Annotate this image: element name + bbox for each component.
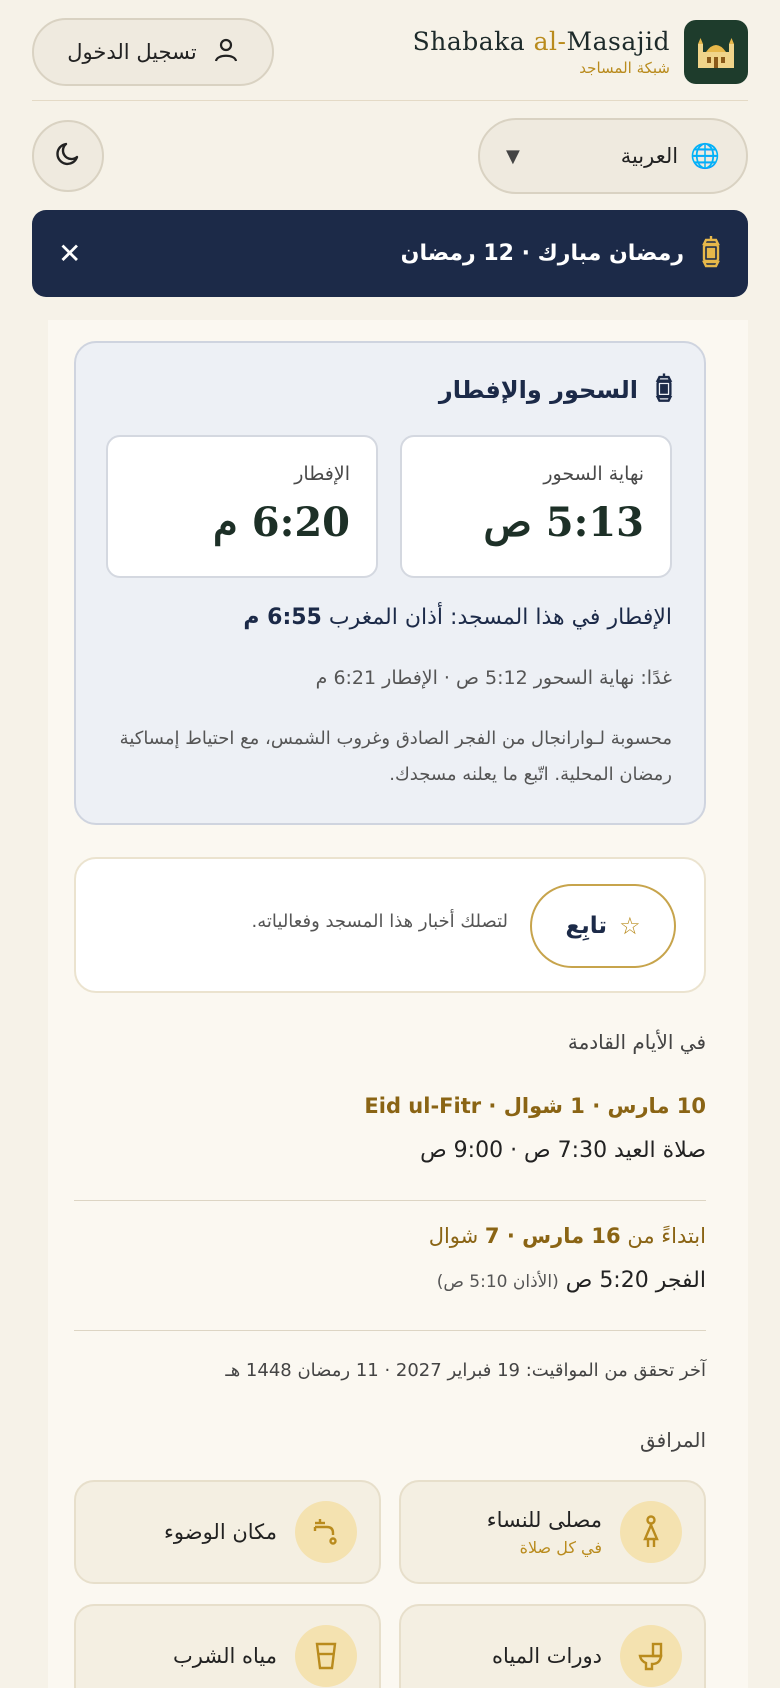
- moon-icon: [53, 139, 83, 173]
- glass-icon: [295, 1625, 357, 1687]
- iftar-time: 6:20 م: [213, 499, 350, 546]
- user-icon: [213, 37, 239, 68]
- caret-down-icon: ▼: [506, 145, 520, 167]
- facility-name: مكان الوضوء: [164, 1520, 277, 1544]
- event-heading: 10 مارس · 1 شوال · Eid ul-Fitr: [364, 1094, 706, 1118]
- mosque-iftar-line: الإفطار في هذا المسجد: أذان المغرب 6:55 …: [243, 605, 672, 630]
- facilities-title: المرافق: [639, 1428, 706, 1452]
- brand-subtitle: شبكة المساجد: [579, 59, 670, 77]
- theme-toggle-button[interactable]: [32, 120, 104, 192]
- star-icon: ☆: [619, 912, 641, 940]
- iftar-box: الإفطار 6:20 م: [106, 435, 378, 578]
- header-divider: [32, 100, 748, 101]
- mosque-logo-icon: [684, 20, 748, 84]
- iftar-label: الإفطار: [294, 463, 350, 485]
- login-label: تسجيل الدخول: [67, 40, 197, 64]
- follow-card: ☆ تابِع لتصلك أخبار هذا المسجد وفعالياته…: [74, 857, 706, 993]
- suhoor-time: 5:13 ص: [483, 499, 644, 546]
- site-header: Shabaka al-Masajid شبكة المساجد تسجيل ال…: [0, 0, 780, 320]
- globe-icon: 🌐: [690, 142, 720, 170]
- close-icon[interactable]: ✕: [58, 237, 81, 270]
- facility-women-prayer: مصلى للنساء في كل صلاة: [399, 1480, 706, 1584]
- brand-title: Shabaka al-Masajid: [412, 27, 670, 56]
- card-title: السحور والإفطار: [438, 376, 638, 404]
- toilet-icon: [620, 1625, 682, 1687]
- follow-description: لتصلك أخبار هذا المسجد وفعالياته.: [251, 911, 508, 932]
- woman-icon: [620, 1501, 682, 1563]
- divider: [74, 1200, 706, 1201]
- facility-drinking-water: مياه الشرب: [74, 1604, 381, 1688]
- facility-wudu: مكان الوضوء: [74, 1480, 381, 1584]
- ramadan-banner: رمضان مبارك · 12 رمضان ✕: [32, 210, 748, 297]
- upcoming-title: في الأيام القادمة: [567, 1030, 706, 1054]
- tomorrow-times: غدًا: نهاية السحور 5:12 ص · الإفطار 6:21…: [315, 667, 672, 689]
- calculation-note: محسوبة لـوارانجال من الفجر الصادق وغروب …: [119, 728, 672, 785]
- event-item: 10 مارس · 1 شوال · Eid ul-Fitr صلاة العي…: [364, 1094, 706, 1163]
- facility-name: مصلى للنساء: [486, 1507, 602, 1532]
- last-verified: آخر تحقق من المواقيت: 19 فبراير 2027 · 1…: [225, 1360, 706, 1381]
- event-details: صلاة العيد 7:30 ص · 9:00 ص: [420, 1138, 706, 1163]
- suhoor-iftar-card: السحور والإفطار نهاية السحور 5:13 ص الإف…: [74, 341, 706, 825]
- brand[interactable]: Shabaka al-Masajid شبكة المساجد: [413, 20, 748, 84]
- facility-toilets: دورات المياه: [399, 1604, 706, 1688]
- facility-name: مياه الشرب: [173, 1644, 277, 1668]
- event-details: الفجر 5:20 ص (الأذان 5:10 ص): [436, 1268, 706, 1293]
- login-button[interactable]: تسجيل الدخول: [32, 18, 274, 86]
- divider: [74, 1330, 706, 1331]
- tap-icon: [295, 1501, 357, 1563]
- suhoor-box: نهاية السحور 5:13 ص: [400, 435, 672, 578]
- suhoor-label: نهاية السحور: [543, 463, 644, 485]
- language-label: العربية: [620, 144, 679, 168]
- follow-button[interactable]: ☆ تابِع: [530, 884, 676, 968]
- lantern-icon: [700, 235, 722, 273]
- follow-label: تابِع: [565, 913, 608, 939]
- facility-note: في كل صلاة: [519, 1537, 602, 1557]
- event-heading: ابتداءً من 16 مارس · 7 شوال: [428, 1224, 706, 1248]
- lantern-icon: [654, 371, 674, 409]
- language-select[interactable]: 🌐 العربية ▼: [478, 118, 748, 194]
- banner-text: رمضان مبارك · 12 رمضان: [400, 241, 684, 266]
- facility-name: دورات المياه: [491, 1644, 602, 1668]
- event-item: ابتداءً من 16 مارس · 7 شوال الفجر 5:20 ص…: [429, 1224, 706, 1293]
